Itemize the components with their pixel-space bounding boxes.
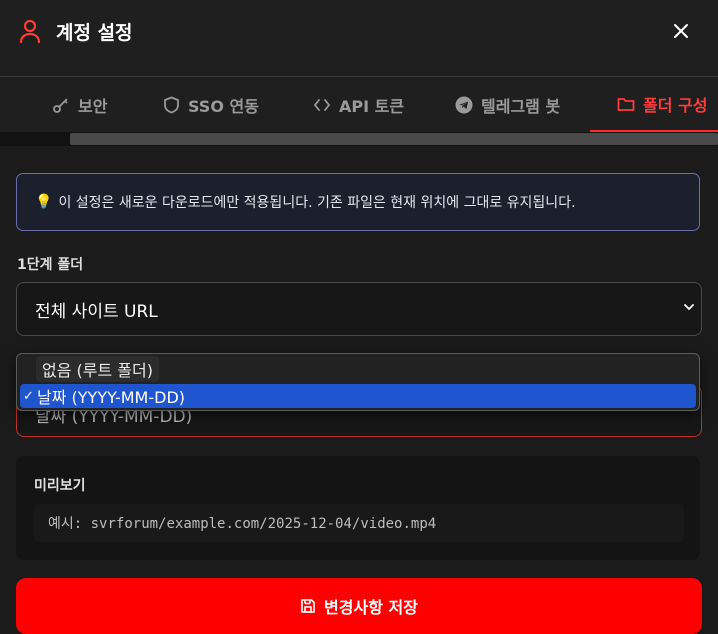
- key-icon: [53, 98, 68, 113]
- code-icon: [313, 99, 331, 111]
- checkmark-icon: ✓: [23, 388, 34, 404]
- close-button[interactable]: [670, 20, 692, 42]
- folder-icon: [617, 98, 635, 111]
- tab-folder-structure[interactable]: 폴더 구성: [590, 78, 718, 132]
- tab-label: API 토큰: [339, 97, 405, 116]
- tab-api-token[interactable]: API 토큰: [313, 78, 404, 132]
- tab-label: 텔레그램 봇: [481, 97, 561, 116]
- dropdown-option-date[interactable]: ✓ 날짜 (YYYY-MM-DD): [20, 384, 696, 408]
- chevron-down-icon: [684, 304, 694, 311]
- tab-label: 보안: [78, 97, 108, 116]
- tab-scrollbar[interactable]: [0, 132, 718, 146]
- tab-telegram-bot[interactable]: 텔레그램 봇: [455, 78, 560, 132]
- level1-folder-label: 1단계 폴더: [17, 257, 84, 273]
- save-changes-button[interactable]: 변경사항 저장: [16, 578, 702, 634]
- telegram-icon: [455, 96, 473, 114]
- user-icon: [19, 19, 41, 44]
- level2-dropdown-list: 없음 (루트 폴더) ✓ 날짜 (YYYY-MM-DD): [16, 353, 700, 411]
- info-notice: 💡 이 설정은 새로운 다운로드에만 적용됩니다. 기존 파일은 현재 위치에 …: [16, 173, 700, 231]
- preview-panel: 미리보기 예시: svrforum/example.com/2025-12-04…: [16, 456, 700, 560]
- lightbulb-icon: 💡: [35, 194, 53, 210]
- save-button-label: 변경사항 저장: [324, 598, 418, 617]
- scrollbar-thumb[interactable]: [70, 133, 718, 145]
- tab-bar: 보안 SSO 연동 API 토큰 텔레그램 봇 폴더 구성: [0, 78, 718, 133]
- preview-example-path: 예시: svrforum/example.com/2025-12-04/vide…: [34, 504, 684, 542]
- dropdown-option-none[interactable]: 없음 (루트 폴더): [20, 356, 696, 382]
- level1-folder-select[interactable]: 전체 사이트 URL: [16, 282, 702, 336]
- modal-header: 계정 설정: [0, 0, 718, 77]
- close-icon: [674, 24, 688, 38]
- info-text: 이 설정은 새로운 다운로드에만 적용됩니다. 기존 파일은 현재 위치에 그대…: [58, 195, 576, 211]
- modal-title: 계정 설정: [56, 22, 133, 44]
- shield-icon: [164, 96, 179, 114]
- option-label: 없음 (루트 폴더): [36, 356, 159, 382]
- tab-sso[interactable]: SSO 연동: [163, 78, 259, 132]
- preview-title: 미리보기: [34, 478, 86, 494]
- preview-example-text: 예시: svrforum/example.com/2025-12-04/vide…: [48, 516, 437, 532]
- tab-security[interactable]: 보안: [52, 78, 107, 132]
- tab-label: SSO 연동: [188, 97, 259, 116]
- tab-label: 폴더 구성: [643, 96, 708, 115]
- option-label: 날짜 (YYYY-MM-DD): [37, 388, 186, 407]
- level1-selected-value: 전체 사이트 URL: [35, 301, 158, 322]
- save-icon: [301, 599, 315, 613]
